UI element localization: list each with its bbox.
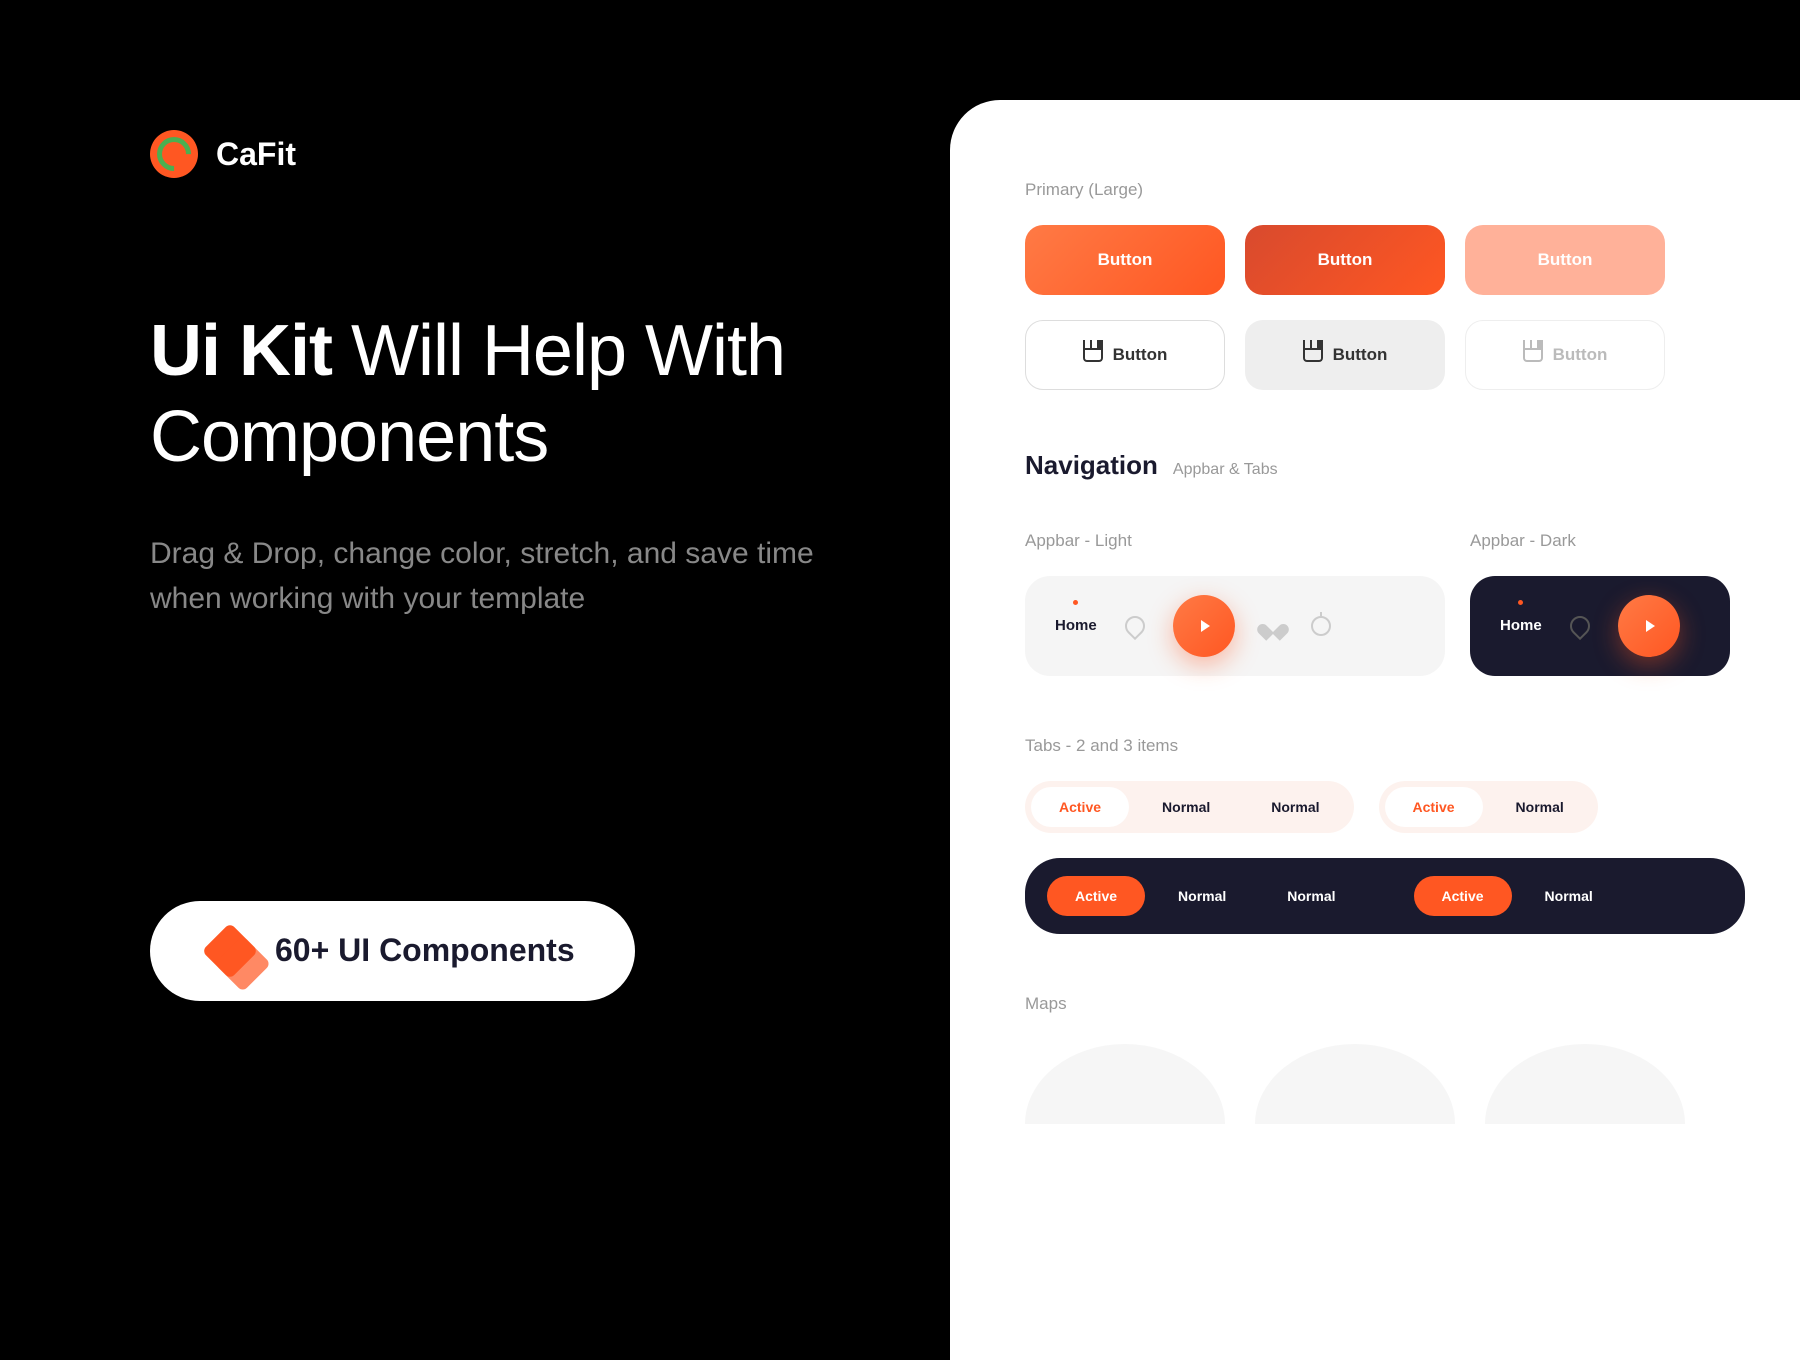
navigation-title: Navigation xyxy=(1025,450,1158,481)
appbar-dark: Home xyxy=(1470,576,1730,676)
crown-icon xyxy=(1083,348,1103,362)
crown-icon xyxy=(1523,348,1543,362)
tabs-label: Tabs - 2 and 3 items xyxy=(1025,736,1800,756)
navigation-subtitle: Appbar & Tabs xyxy=(1173,461,1278,479)
primary-button-default[interactable]: Button xyxy=(1025,225,1225,295)
play-fab-dark[interactable] xyxy=(1618,595,1680,657)
maps-label: Maps xyxy=(1025,994,1800,1014)
primary-button-disabled[interactable]: Button xyxy=(1465,225,1665,295)
outline-button-disabled[interactable]: Button xyxy=(1465,320,1665,390)
logo-icon xyxy=(150,130,198,178)
appbar-home-dark[interactable]: Home xyxy=(1500,617,1542,634)
play-fab[interactable] xyxy=(1173,595,1235,657)
layers-icon xyxy=(202,922,259,979)
map-preview xyxy=(1025,1044,1225,1124)
tabs-3-light: Active Normal Normal xyxy=(1025,781,1354,833)
tabs-dark-container: Active Normal Normal Active Normal xyxy=(1025,858,1745,934)
tab-normal-dark[interactable]: Normal xyxy=(1150,876,1254,916)
crown-icon xyxy=(1303,348,1323,362)
location-icon[interactable] xyxy=(1566,612,1594,640)
appbar-light: Home xyxy=(1025,576,1445,676)
heart-icon[interactable] xyxy=(1263,617,1283,635)
map-preview xyxy=(1485,1044,1685,1124)
appbar-light-label: Appbar - Light xyxy=(1025,531,1445,551)
tab-normal[interactable]: Normal xyxy=(1134,787,1238,827)
component-panel: Primary (Large) Button Button Button But… xyxy=(950,100,1800,1360)
outline-button-hover[interactable]: Button xyxy=(1245,320,1445,390)
brand-name: CaFit xyxy=(216,136,296,173)
appbar-home[interactable]: Home xyxy=(1055,617,1097,634)
map-preview xyxy=(1255,1044,1455,1124)
tab-normal[interactable]: Normal xyxy=(1243,787,1347,827)
tab-active[interactable]: Active xyxy=(1031,787,1129,827)
tab-normal-dark[interactable]: Normal xyxy=(1517,876,1621,916)
tab-active-dark[interactable]: Active xyxy=(1047,876,1145,916)
outline-button-default[interactable]: Button xyxy=(1025,320,1225,390)
tab-normal-dark[interactable]: Normal xyxy=(1259,876,1363,916)
headline: Ui Kit Will Help With Components xyxy=(150,308,850,481)
location-icon[interactable] xyxy=(1121,612,1149,640)
tab-active[interactable]: Active xyxy=(1385,787,1483,827)
primary-label: Primary (Large) xyxy=(1025,180,1800,200)
badge-text: 60+ UI Components xyxy=(275,932,575,969)
tab-normal[interactable]: Normal xyxy=(1488,787,1592,827)
tabs-2-light: Active Normal xyxy=(1379,781,1598,833)
appbar-dark-label: Appbar - Dark xyxy=(1470,531,1800,551)
profile-icon[interactable] xyxy=(1311,616,1331,636)
brand-logo: CaFit xyxy=(150,130,850,178)
components-badge[interactable]: 60+ UI Components xyxy=(150,901,635,1001)
tab-active-dark[interactable]: Active xyxy=(1414,876,1512,916)
primary-button-hover[interactable]: Button xyxy=(1245,225,1445,295)
subtitle: Drag & Drop, change color, stretch, and … xyxy=(150,531,850,621)
